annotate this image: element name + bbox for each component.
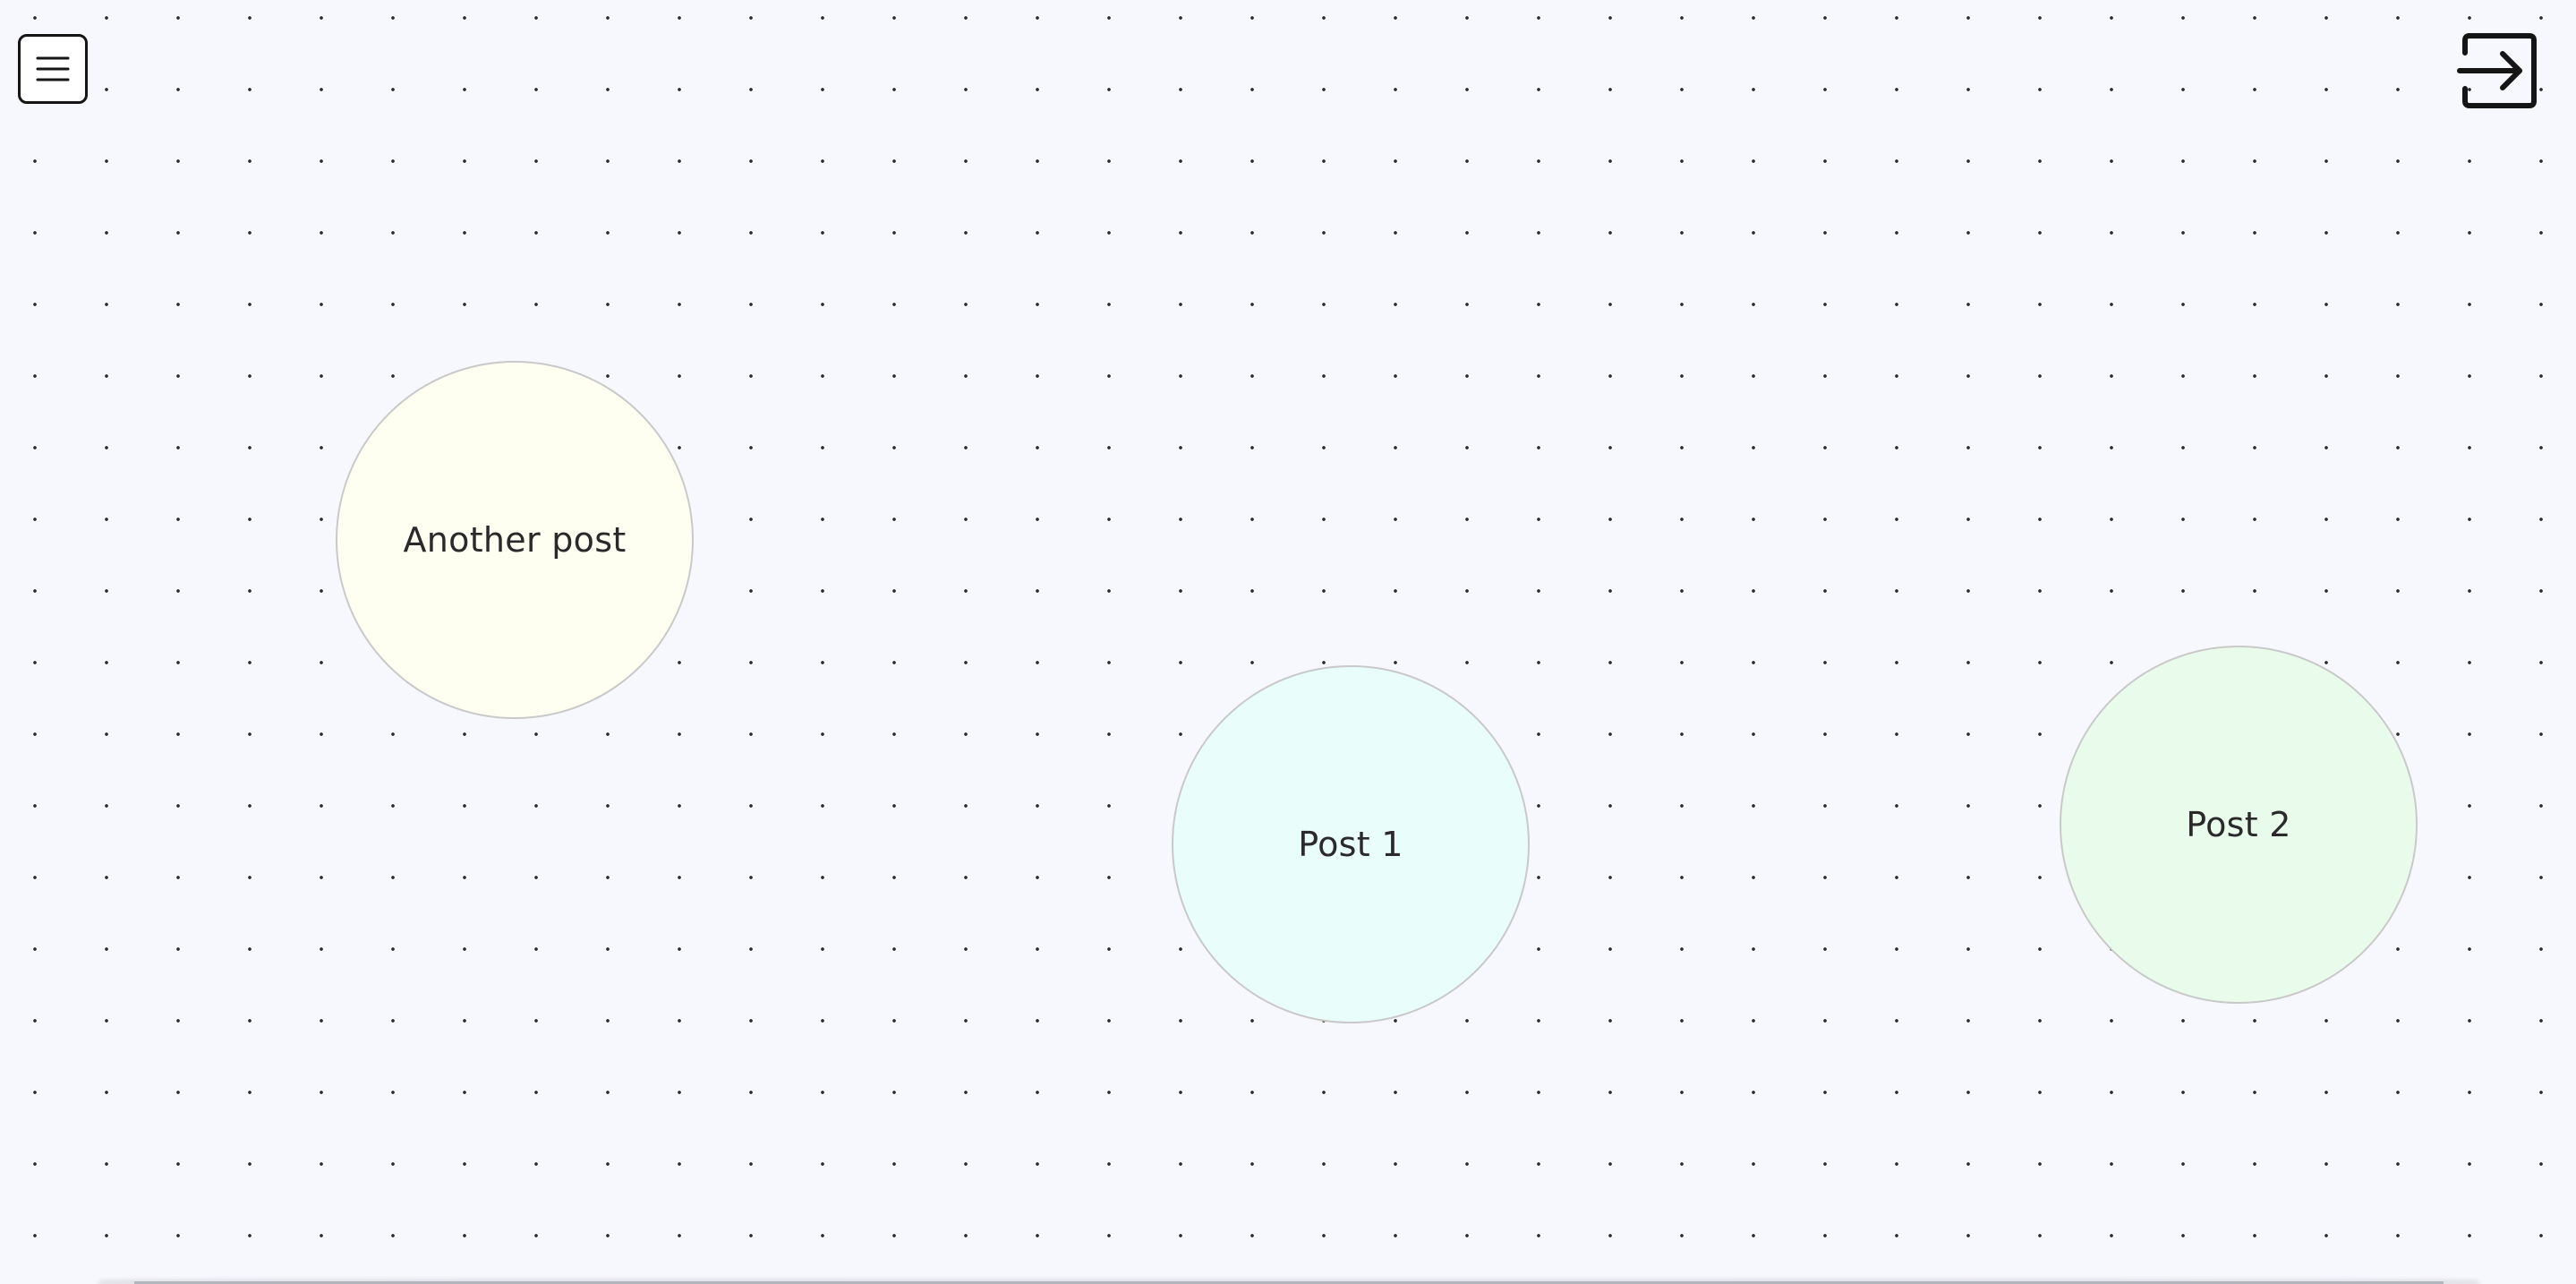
login-button[interactable]	[2456, 32, 2540, 109]
post-bubble-post-1[interactable]: Post 1	[1172, 665, 1530, 1023]
login-icon	[2457, 33, 2537, 108]
menu-button[interactable]	[18, 34, 88, 104]
post-bubble-another-post[interactable]: Another post	[336, 361, 694, 719]
post-title: Post 1	[1298, 825, 1403, 864]
post-title: Post 2	[2186, 805, 2291, 844]
post-bubble-post-2[interactable]: Post 2	[2060, 646, 2418, 1004]
post-title: Another post	[403, 520, 627, 560]
menu-icon	[36, 56, 70, 81]
